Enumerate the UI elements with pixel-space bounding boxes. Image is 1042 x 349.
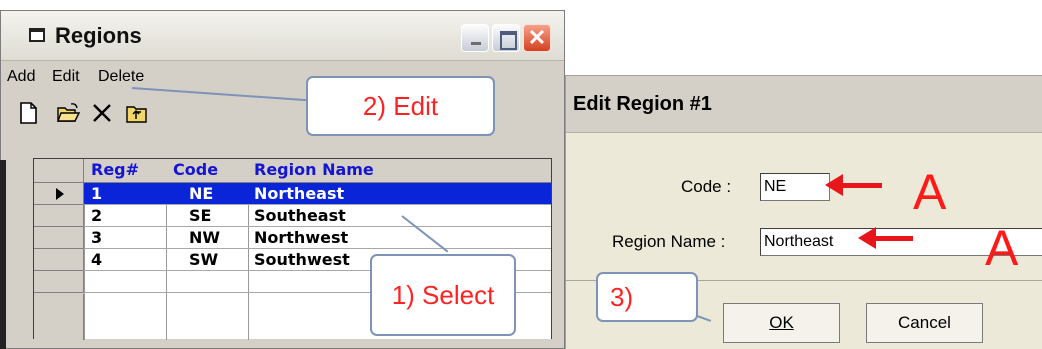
annotation-arrow-name bbox=[858, 227, 913, 249]
code-field[interactable]: NE bbox=[760, 173, 830, 201]
cell-region-name: Southwest bbox=[254, 250, 350, 269]
annotation-arrow-code bbox=[825, 174, 882, 196]
window-edge bbox=[0, 160, 6, 349]
row-selector[interactable] bbox=[34, 183, 84, 205]
minimize-button[interactable] bbox=[461, 24, 489, 52]
window-icon bbox=[29, 28, 45, 42]
maximize-button[interactable] bbox=[492, 24, 520, 52]
annotation-letter-name: A bbox=[985, 220, 1019, 276]
ok-button-label: OK bbox=[769, 313, 794, 332]
callout-ok: 3) bbox=[596, 272, 698, 322]
menu-add[interactable]: Add bbox=[7, 68, 35, 86]
menu-edit[interactable]: Edit bbox=[52, 68, 80, 86]
cell-region-name: Northwest bbox=[254, 228, 349, 247]
new-icon[interactable] bbox=[16, 101, 40, 125]
title-bar[interactable]: Regions ✕ bbox=[1, 11, 564, 61]
header-reg[interactable]: Reg# bbox=[91, 159, 139, 183]
cell-region-name: Southeast bbox=[254, 206, 346, 225]
table-row[interactable]: 3 NW Northwest bbox=[34, 227, 551, 249]
menu-delete[interactable]: Delete bbox=[98, 68, 144, 86]
close-button[interactable]: ✕ bbox=[523, 24, 551, 52]
dialog-title: Edit Region #1 bbox=[573, 93, 712, 115]
cell-reg: 1 bbox=[91, 184, 103, 203]
ok-button[interactable]: OK bbox=[723, 303, 840, 343]
cell-reg: 4 bbox=[91, 250, 103, 269]
callout-select: 1) Select bbox=[370, 254, 516, 336]
row-selector[interactable] bbox=[34, 227, 84, 249]
header-code[interactable]: Code bbox=[173, 159, 218, 183]
grid-header-row: Reg# Code Region Name bbox=[34, 159, 551, 183]
close-icon: ✕ bbox=[527, 25, 547, 50]
cell-code: NW bbox=[189, 228, 221, 247]
cell-reg: 3 bbox=[91, 228, 103, 247]
cell-code: SW bbox=[189, 250, 219, 269]
code-label: Code : bbox=[681, 177, 732, 196]
cancel-button-label: Cancel bbox=[898, 313, 951, 332]
table-row[interactable]: 1 NE Northeast bbox=[34, 183, 551, 205]
row-selector bbox=[34, 294, 84, 340]
table-row[interactable]: 2 SE Southeast bbox=[34, 205, 551, 227]
region-name-label: Region Name : bbox=[612, 232, 726, 251]
callout-edit: 2) Edit bbox=[306, 76, 495, 136]
row-selector[interactable] bbox=[34, 249, 84, 271]
cell-reg: 2 bbox=[91, 206, 103, 225]
open-icon[interactable] bbox=[56, 101, 80, 125]
dialog-title-bar[interactable]: Edit Region #1 bbox=[566, 76, 1042, 133]
cell-region-name: Northeast bbox=[254, 184, 345, 203]
cancel-button[interactable]: Cancel bbox=[866, 303, 983, 343]
cell-code: NE bbox=[189, 184, 214, 203]
delete-icon[interactable] bbox=[90, 101, 114, 125]
window-title: Regions bbox=[55, 23, 142, 48]
header-region-name[interactable]: Region Name bbox=[254, 159, 374, 183]
row-selector[interactable] bbox=[34, 205, 84, 227]
up-folder-icon[interactable] bbox=[125, 101, 149, 125]
annotation-letter-code: A bbox=[913, 164, 947, 220]
row-selector[interactable] bbox=[34, 271, 84, 293]
corner-cell bbox=[34, 159, 84, 183]
current-row-pointer-icon bbox=[56, 188, 64, 200]
cell-code: SE bbox=[189, 206, 212, 225]
